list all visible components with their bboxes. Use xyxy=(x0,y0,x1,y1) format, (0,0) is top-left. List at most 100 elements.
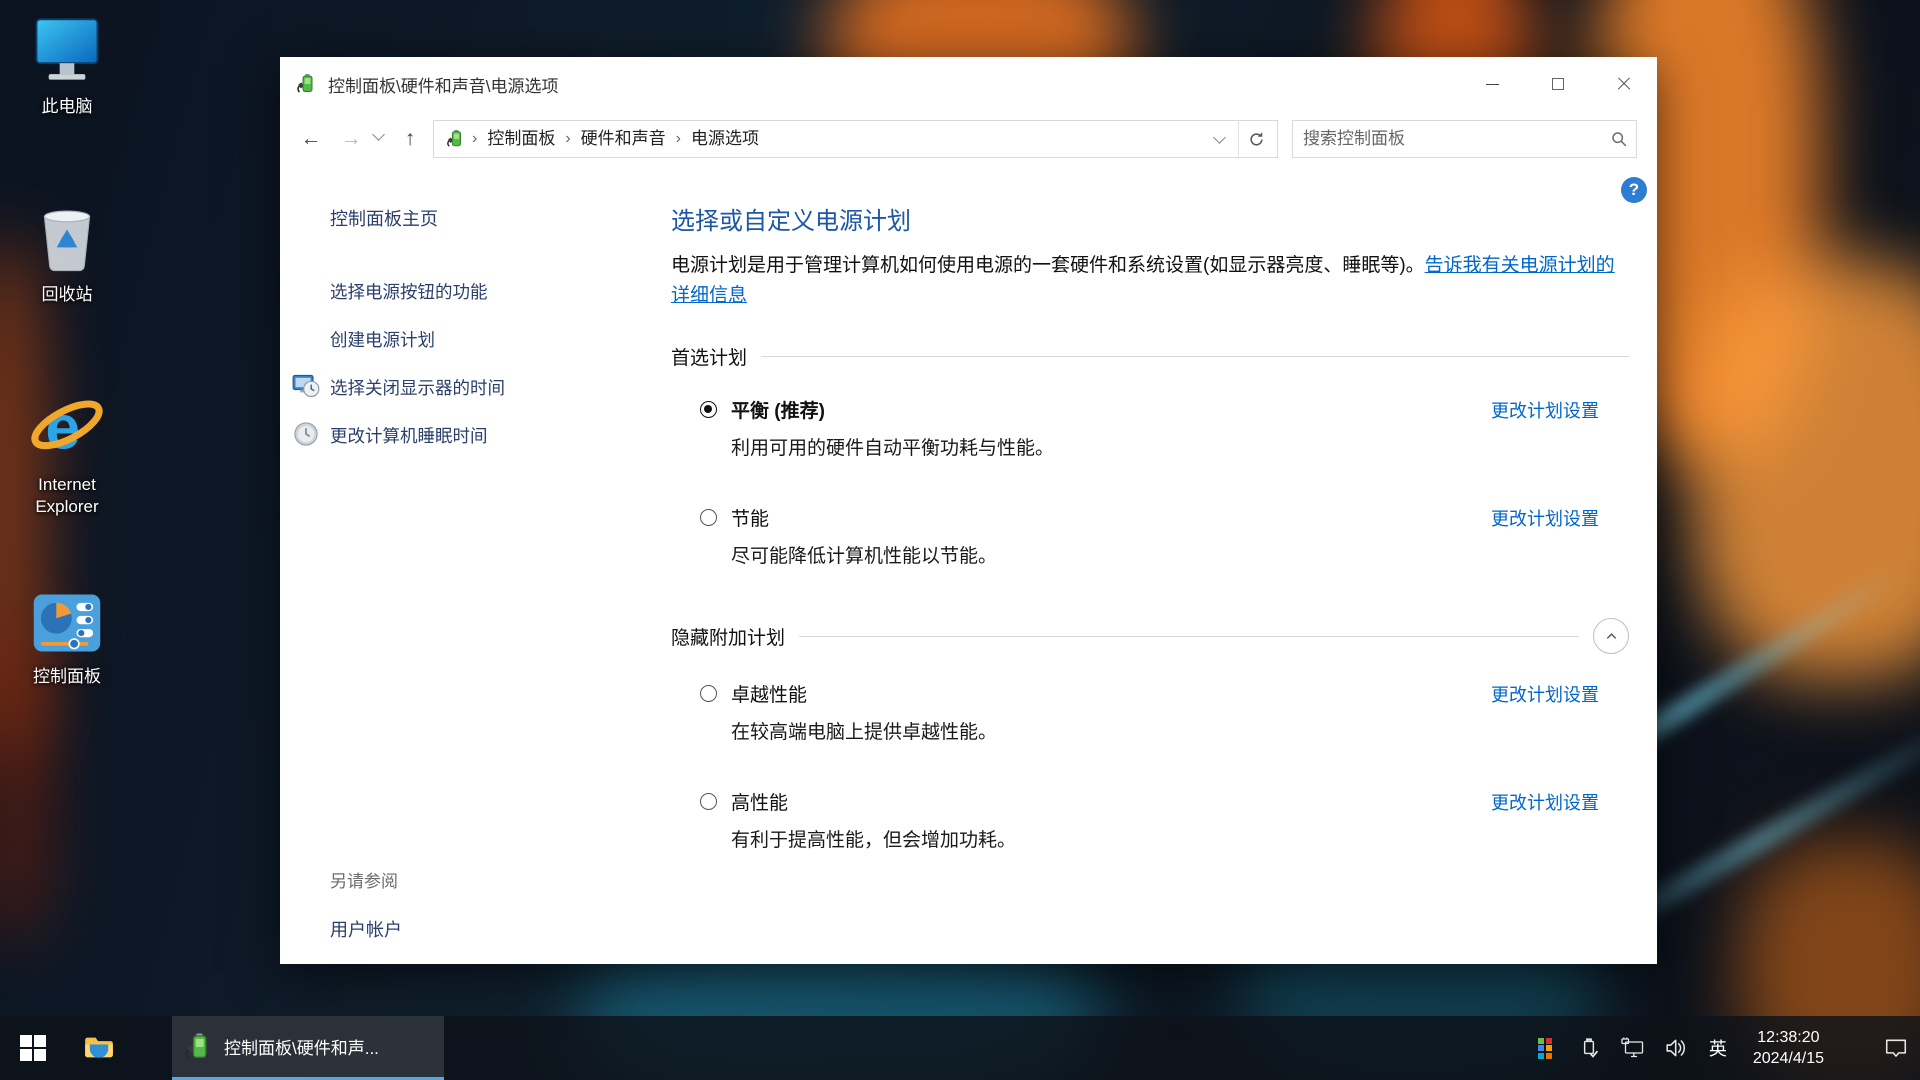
radio-ultimate-performance[interactable] xyxy=(700,685,717,702)
search-input[interactable] xyxy=(1293,129,1602,149)
search-icon xyxy=(1611,131,1628,148)
main-content: 选择或自定义电源计划 电源计划是用于管理计算机如何使用电源的一套硬件和系统设置(… xyxy=(671,167,1629,964)
search-box[interactable] xyxy=(1292,120,1637,158)
radio-power-saver[interactable] xyxy=(700,509,717,526)
tray-app-grid-icon[interactable] xyxy=(1533,1036,1557,1060)
search-button[interactable] xyxy=(1602,131,1636,148)
window-titlebar[interactable]: 控制面板\硬件和声音\电源选项 xyxy=(280,57,1657,111)
desktop-icon-label: Internet Explorer xyxy=(10,474,124,518)
address-dropdown-button[interactable] xyxy=(1204,121,1238,157)
plan-description: 有利于提高性能，但会增加功耗。 xyxy=(731,825,1629,852)
radio-balanced[interactable] xyxy=(700,401,717,418)
refresh-icon xyxy=(1248,131,1265,148)
desktop-icon-recycle-bin[interactable]: 回收站 xyxy=(10,196,124,306)
this-pc-icon xyxy=(10,8,124,90)
file-explorer-icon xyxy=(84,1035,114,1061)
power-options-icon xyxy=(296,73,318,95)
collapse-section-button[interactable] xyxy=(1593,618,1629,654)
sidebar: 控制面板主页 选择电源按钮的功能 创建电源计划 选择关闭显示器的时间 xyxy=(280,167,671,964)
back-button[interactable]: ← xyxy=(294,127,328,151)
forward-button[interactable]: → xyxy=(334,127,368,151)
change-plan-settings-link-high-performance[interactable]: 更改计划设置 xyxy=(1491,789,1599,815)
internet-explorer-icon: e xyxy=(10,386,124,468)
change-plan-settings-link-ultimate[interactable]: 更改计划设置 xyxy=(1491,681,1599,707)
section-hidden-plans: 隐藏附加计划 xyxy=(671,618,1629,654)
action-center-button[interactable] xyxy=(1884,1036,1908,1060)
window-body: 控制面板主页 选择电源按钮的功能 创建电源计划 选择关闭显示器的时间 xyxy=(280,167,1657,964)
sleep-clock-icon xyxy=(292,420,320,448)
plan-description: 利用可用的硬件自动平衡功耗与性能。 xyxy=(731,433,1629,460)
breadcrumb-separator-icon xyxy=(470,130,479,148)
sidebar-item-user-accounts[interactable]: 用户帐户 xyxy=(330,916,402,942)
plan-name[interactable]: 卓越性能 xyxy=(731,680,807,707)
desktop: 此电脑 回收站 e Internet Explorer xyxy=(0,0,1920,1080)
see-also-header: 另请参阅 xyxy=(330,867,402,892)
desktop-icon-this-pc[interactable]: 此电脑 xyxy=(10,8,124,118)
taskbar-app-label: 控制面板\硬件和声... xyxy=(224,1034,379,1059)
language-indicator[interactable]: 英 xyxy=(1709,1035,1727,1061)
radio-high-performance[interactable] xyxy=(700,793,717,810)
change-plan-settings-link-balanced[interactable]: 更改计划设置 xyxy=(1491,397,1599,423)
section-title: 隐藏附加计划 xyxy=(671,623,785,650)
sidebar-item-label: 更改计算机睡眠时间 xyxy=(330,426,488,446)
desktop-icon-label: 此电脑 xyxy=(10,96,124,118)
minimize-icon xyxy=(1486,84,1499,85)
sidebar-item-create-plan[interactable]: 创建电源计划 xyxy=(330,327,661,352)
chevron-down-icon xyxy=(1213,131,1226,144)
intro-text: 电源计划是用于管理计算机如何使用电源的一套硬件和系统设置(如显示器亮度、睡眠等)… xyxy=(671,255,1425,276)
up-button[interactable]: ↑ xyxy=(393,127,427,151)
intro-paragraph: 电源计划是用于管理计算机如何使用电源的一套硬件和系统设置(如显示器亮度、睡眠等)… xyxy=(671,251,1629,311)
refresh-button[interactable] xyxy=(1239,121,1273,157)
maximize-button[interactable] xyxy=(1525,57,1591,111)
usb-device-icon[interactable] xyxy=(1577,1036,1601,1060)
control-panel-window: 控制面板\硬件和声音\电源选项 ← → ↑ 控制面板 硬件和声音 电源选项 xyxy=(280,57,1657,964)
recycle-bin-icon xyxy=(10,196,124,278)
windows-logo-icon xyxy=(20,1035,46,1061)
breadcrumb-power-options[interactable]: 电源选项 xyxy=(683,121,767,157)
maximize-icon xyxy=(1552,78,1564,90)
plan-high-performance-row: 高性能 更改计划设置 xyxy=(671,788,1629,815)
plan-name[interactable]: 平衡 (推荐) xyxy=(731,396,825,423)
volume-icon[interactable] xyxy=(1665,1036,1689,1060)
plan-ultimate-row: 卓越性能 更改计划设置 xyxy=(671,680,1629,707)
chevron-down-icon xyxy=(372,128,385,141)
recent-pages-button[interactable] xyxy=(374,130,387,148)
clock-time: 12:38:20 xyxy=(1753,1027,1824,1048)
control-panel-icon xyxy=(10,578,124,660)
sidebar-item-sleep-time[interactable]: 更改计算机睡眠时间 xyxy=(330,423,661,448)
power-options-icon xyxy=(184,1032,214,1062)
clock-date: 2024/4/15 xyxy=(1753,1048,1824,1069)
sidebar-item-display-off-time[interactable]: 选择关闭显示器的时间 xyxy=(330,375,661,400)
desktop-icon-label: 控制面板 xyxy=(10,666,124,688)
breadcrumb-separator-icon xyxy=(674,130,683,148)
close-icon xyxy=(1617,77,1631,91)
system-tray: 英 12:38:20 2024/4/15 xyxy=(1533,1027,1920,1069)
desktop-icon-internet-explorer[interactable]: e Internet Explorer xyxy=(10,386,124,518)
change-plan-settings-link-power-saver[interactable]: 更改计划设置 xyxy=(1491,505,1599,531)
plan-power-saver-row: 节能 更改计划设置 xyxy=(671,504,1629,531)
breadcrumb-hardware-sound[interactable]: 硬件和声音 xyxy=(573,121,674,157)
file-explorer-button[interactable] xyxy=(66,1016,132,1080)
plan-description: 在较高端电脑上提供卓越性能。 xyxy=(731,717,1629,744)
close-button[interactable] xyxy=(1591,57,1657,111)
sidebar-item-power-buttons[interactable]: 选择电源按钮的功能 xyxy=(330,279,661,304)
desktop-icon-control-panel[interactable]: 控制面板 xyxy=(10,578,124,688)
plan-description: 尽可能降低计算机性能以节能。 xyxy=(731,541,1629,568)
sidebar-item-control-panel-home[interactable]: 控制面板主页 xyxy=(330,205,661,231)
navigation-bar: ← → ↑ 控制面板 硬件和声音 电源选项 xyxy=(280,111,1657,167)
window-title: 控制面板\硬件和声音\电源选项 xyxy=(328,72,1459,97)
display-clock-icon xyxy=(292,372,320,400)
plan-name[interactable]: 高性能 xyxy=(731,788,788,815)
address-bar[interactable]: 控制面板 硬件和声音 电源选项 xyxy=(433,120,1278,158)
minimize-button[interactable] xyxy=(1459,57,1525,111)
plan-balanced-row: 平衡 (推荐) 更改计划设置 xyxy=(671,396,1629,423)
breadcrumb-separator-icon xyxy=(563,130,572,148)
breadcrumb-control-panel[interactable]: 控制面板 xyxy=(479,121,563,157)
start-button[interactable] xyxy=(0,1016,66,1080)
action-center-icon xyxy=(1884,1037,1908,1060)
section-title: 首选计划 xyxy=(671,343,747,370)
network-display-icon[interactable] xyxy=(1621,1036,1645,1060)
plan-name[interactable]: 节能 xyxy=(731,504,769,531)
taskbar-clock[interactable]: 12:38:20 2024/4/15 xyxy=(1747,1027,1830,1069)
taskbar-app-control-panel[interactable]: 控制面板\硬件和声... xyxy=(172,1016,444,1080)
